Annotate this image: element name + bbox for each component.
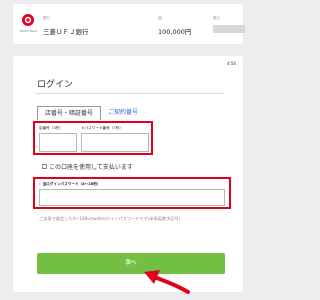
title-divider [35,93,225,94]
fee-label: 数分 [213,16,220,20]
pointer-arrow-icon [144,270,190,294]
password-number-input[interactable] [81,133,149,152]
bank-logo-text: MUFG Bank [20,29,38,33]
account-fields-highlight: 店番号（3桁） ＊パスワード番号（7桁） [33,121,153,155]
next-button[interactable]: 次へ [37,253,225,274]
use-account-checkbox-label: この口座を使用して支払います [49,164,133,171]
merchant-header: MUFG Bank 銀行 三菱ＵＦＪ銀行 額 100,000円 数分 [13,4,245,44]
bank-logo-icon [22,14,34,26]
login-card: ログイン 店番号・暗証番号 ご契約番号 店番号（3桁） ＊パスワード番号（7桁）… [13,56,243,292]
amount-value: 100,000円 [158,28,192,36]
payment-login-screen: MUFG Bank 銀行 三菱ＵＦＪ銀行 額 100,000円 数分 ログイン … [0,0,254,300]
web-password-input[interactable] [39,189,225,206]
tab-branch-pin[interactable]: 店番号・暗証番号 [37,106,101,120]
web-password-label: ：当ログインパスワード（4〜16桁） [39,182,101,186]
web-password-highlight: ：当ログインパスワード（4〜16桁） [33,177,231,209]
use-account-checkbox[interactable] [42,164,47,169]
branch-number-label: 店番号（3桁） [39,126,63,130]
bank-name: 三菱ＵＦＪ銀行 [43,28,89,36]
password-number-label: ＊パスワード番号（7桁） [81,126,123,130]
page-title: ログイン [37,80,74,90]
session-timer: 4:56 [227,61,236,66]
bank-label: 銀行 [43,16,50,20]
fee-value-redacted [213,25,245,33]
password-help-text: ご自身で設定した4〜16桁のwebログインパスワードです(半角英数字記号) [39,216,181,221]
amount-label: 額 [158,16,162,20]
branch-number-input[interactable] [39,133,77,152]
tab-contract-number[interactable]: ご契約番号 [108,107,138,119]
